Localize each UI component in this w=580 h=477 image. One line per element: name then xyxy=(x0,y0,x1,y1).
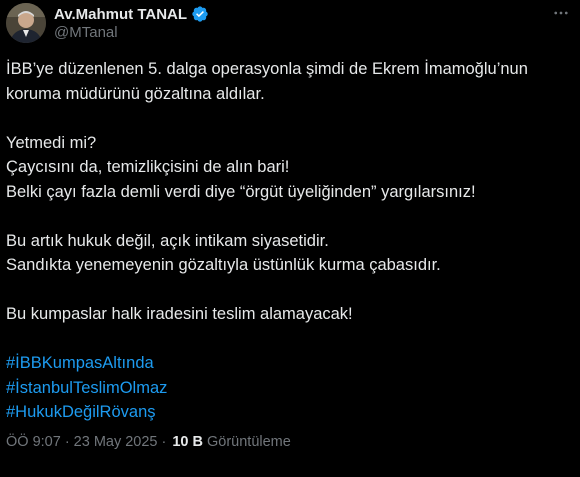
views-label: Görüntüleme xyxy=(206,434,291,450)
more-options-button[interactable] xyxy=(550,4,572,22)
hashtag-link[interactable]: #İstanbulTeslimOlmaz xyxy=(6,376,572,401)
hashtag-link[interactable]: #İBBKumpasAltında xyxy=(6,351,572,376)
views-count: 10 B xyxy=(172,434,203,450)
tweet-line: Çaycısını da, temizlikçisini de alın bar… xyxy=(6,158,290,176)
hashtag-link[interactable]: #HukukDeğilRövanş xyxy=(6,400,572,425)
tweet-line: Sandıkta yenemeyenin gözaltıyla üstünlük… xyxy=(6,256,441,274)
meta-separator: · xyxy=(64,434,70,450)
author-handle[interactable]: @MTanal xyxy=(54,24,118,41)
tweet-line: Yetmedi mi? xyxy=(6,133,97,152)
tweet-line: Belki çayı fazla demli verdi diye “örgüt… xyxy=(6,182,476,201)
profile-photo xyxy=(6,3,46,43)
verified-badge-icon xyxy=(191,5,209,23)
tweet-date[interactable]: 23 May 2025 xyxy=(74,434,158,450)
tweet-line: Bu artık hukuk değil, açık intikam siyas… xyxy=(6,231,329,250)
tweet-time[interactable]: ÖÖ 9:07 xyxy=(6,434,61,450)
tweet-line: koruma müdürünü gözaltına aldılar. xyxy=(6,84,265,103)
author-display-name[interactable]: Av.Mahmut TANAL xyxy=(54,6,187,23)
tweet-line: Bu kumpaslar halk iradesini teslim alama… xyxy=(6,305,353,323)
author-name-row: Av.Mahmut TANAL xyxy=(54,4,209,24)
tweet-text: İBB’ye düzenlenen 5. dalga operasyonla ş… xyxy=(6,57,572,425)
avatar[interactable] xyxy=(6,3,46,43)
meta-separator: · xyxy=(161,434,167,450)
more-horizontal-icon xyxy=(554,11,568,15)
tweet-meta: ÖÖ 9:07 · 23 May 2025 · 10 B Görüntüleme xyxy=(6,434,291,450)
tweet: Av.Mahmut TANAL @MTanal İBB’ye düzenlene… xyxy=(0,0,580,477)
tweet-line: İBB’ye düzenlenen 5. dalga operasyonla ş… xyxy=(6,60,528,78)
